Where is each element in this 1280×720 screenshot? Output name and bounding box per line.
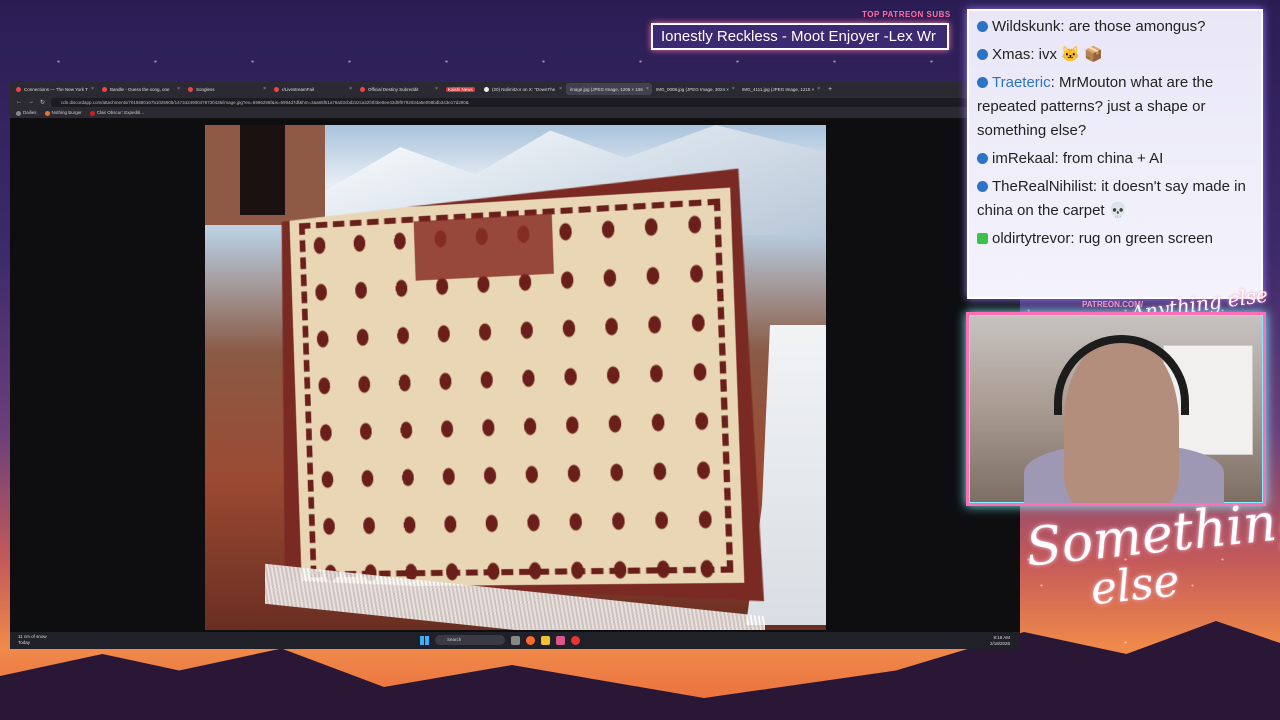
tab-label: Kalshi News: [446, 87, 475, 92]
close-icon[interactable]: ×: [646, 86, 649, 92]
chat-badge-icon: [977, 153, 988, 164]
reload-icon[interactable]: ↻: [40, 99, 45, 106]
taskbar-search[interactable]: Search: [435, 635, 505, 645]
close-icon[interactable]: ×: [91, 86, 94, 92]
close-icon[interactable]: ×: [732, 86, 735, 92]
bookmark-item[interactable]: Nothing Burger: [45, 110, 82, 115]
kick-badge-icon: [977, 233, 988, 244]
chrome-icon[interactable]: [571, 636, 580, 645]
back-icon[interactable]: ←: [16, 99, 22, 105]
tab-label: r/LivestreamFail: [282, 87, 314, 92]
tab-label: (20) Nolimitzor on X: "DownThe: [492, 87, 555, 92]
file-explorer-icon[interactable]: [541, 636, 550, 645]
game-icon: [90, 111, 95, 116]
close-icon[interactable]: ×: [177, 86, 180, 92]
chat-message: Xmas: ivx 🐱 📦: [977, 43, 1253, 67]
chat-message: Traeteric: MrMouton what are the repeate…: [977, 71, 1253, 143]
folder-icon: [16, 111, 21, 116]
browser-tab[interactable]: Songless ×: [184, 83, 270, 95]
close-icon[interactable]: ×: [263, 86, 266, 92]
new-tab-icon[interactable]: +: [824, 86, 836, 93]
system-clock[interactable]: 8:18 AM 2/18/2026: [990, 635, 1010, 646]
tab-favicon: [188, 87, 193, 92]
bookmark-item[interactable]: Dailies: [16, 110, 37, 115]
tab-label: Songless: [196, 87, 215, 92]
close-icon[interactable]: ×: [349, 86, 352, 92]
browser-tab[interactable]: IMG_0008.jpg (JPEG Image, 3024 × ×: [652, 83, 738, 95]
browser-tab-active[interactable]: image.jpg (JPEG Image, 1206 × 156 ×: [566, 83, 652, 95]
browser-tab[interactable]: Kalshi News: [442, 83, 480, 95]
tab-label: Connections — The New York T: [24, 87, 88, 92]
browser-tab[interactable]: Official Destiny Subreddit ×: [356, 83, 442, 95]
patreon-subs-ticker: Ionestly Reckless - Moot Enjoyer -Lex Wr: [651, 23, 949, 50]
weather-widget[interactable]: 11 cm of snow Today: [18, 634, 47, 646]
tab-favicon: [102, 87, 107, 92]
image-viewer: [10, 119, 1020, 632]
chat-badge-icon: [977, 181, 988, 192]
browser-window: Connections — The New York T × Bandle - G…: [10, 82, 1020, 649]
chat-message: TheRealNihilist: it doesn't say made in …: [977, 175, 1253, 223]
nav-bar: ← → ↻ cdn.discordapp.com/attachments/701…: [10, 96, 1020, 108]
chat-message: Wildskunk: are those amongus?: [977, 15, 1253, 39]
task-view-icon[interactable]: [511, 636, 520, 645]
patreon-label: TOP PATREON SUBS: [862, 10, 951, 19]
chat-badge-icon: [977, 21, 988, 32]
tab-favicon: [16, 87, 21, 92]
browser-tab[interactable]: IMG_4111.jpg (JPEG Image, 1215 × ×: [738, 83, 824, 95]
close-icon[interactable]: ×: [817, 86, 820, 92]
burger-icon: [45, 111, 50, 116]
browser-tab[interactable]: r/LivestreamFail ×: [270, 83, 356, 95]
bookmark-item[interactable]: Clair Obscur: Expediti...: [90, 110, 144, 115]
chat-badge-icon: [977, 77, 988, 88]
windows-start-icon[interactable]: [420, 636, 429, 645]
tab-bar: Connections — The New York T × Bandle - G…: [10, 82, 1020, 96]
windows-taskbar: 11 cm of snow Today Search 8:18 AM 2/18/…: [10, 632, 1020, 649]
address-bar[interactable]: cdn.discordapp.com/attachments/701568016…: [51, 98, 970, 107]
reddit-icon: [360, 87, 365, 92]
rug-photo[interactable]: [205, 125, 826, 630]
chat-message: oldirtytrevor: rug on green screen: [977, 227, 1253, 251]
firefox-icon[interactable]: [526, 636, 535, 645]
tab-label: IMG_0008.jpg (JPEG Image, 3024 ×: [656, 87, 729, 92]
x-icon: [484, 87, 489, 92]
browser-tab[interactable]: Bandle - Guess the song, one ×: [98, 83, 184, 95]
tab-label: IMG_4111.jpg (JPEG Image, 1215 ×: [742, 87, 814, 92]
tab-label: Official Destiny Subreddit: [368, 87, 418, 92]
close-icon[interactable]: ×: [559, 86, 562, 92]
chat-message: imRekaal: from china + AI: [977, 147, 1253, 171]
tab-label: Bandle - Guess the song, one: [110, 87, 170, 92]
app-icon[interactable]: [556, 636, 565, 645]
rug: [272, 168, 764, 605]
browser-tab[interactable]: (20) Nolimitzor on X: "DownThe ×: [480, 83, 566, 95]
forward-icon[interactable]: →: [28, 99, 34, 105]
close-icon[interactable]: ×: [435, 86, 438, 92]
reddit-icon: [274, 87, 279, 92]
browser-tab[interactable]: Connections — The New York T ×: [12, 83, 98, 95]
rug-panel: [414, 213, 554, 280]
building-wall: [205, 125, 325, 225]
webcam-feed: [966, 312, 1266, 506]
bookmarks-bar: Dailies Nothing Burger Clair Obscur: Exp…: [10, 108, 1020, 119]
chat-panel: Wildskunk: are those amongus? Xmas: ivx …: [967, 9, 1263, 299]
chat-badge-icon: [977, 49, 988, 60]
tab-label: image.jpg (JPEG Image, 1206 × 156: [570, 87, 643, 92]
